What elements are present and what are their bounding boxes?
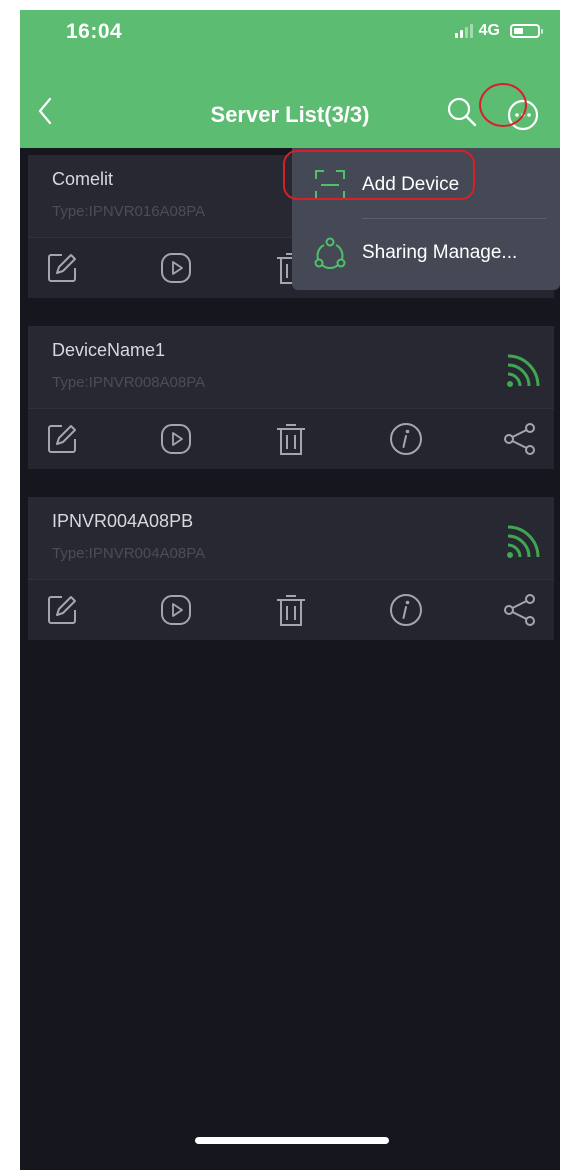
menu-item-label: Sharing Manage...: [362, 242, 518, 263]
device-actions: [28, 579, 554, 640]
online-signal-icon: [507, 525, 540, 558]
play-icon: [161, 424, 191, 454]
play-button[interactable]: [158, 421, 194, 457]
trash-icon: [277, 595, 305, 626]
edit-button[interactable]: [44, 250, 80, 286]
status-indicators: 4G: [454, 22, 543, 40]
online-signal-icon: [507, 354, 540, 387]
share-button[interactable]: [502, 421, 538, 457]
device-actions: [28, 408, 554, 469]
top-bar: 16:04 4G Server List(3/3): [20, 10, 560, 148]
edit-button[interactable]: [44, 421, 80, 457]
info-icon: [390, 423, 422, 455]
play-icon: [161, 253, 191, 283]
trash-icon: [277, 424, 305, 455]
play-icon: [161, 595, 191, 625]
network-label: 4G: [478, 22, 500, 39]
home-indicator: [195, 1137, 389, 1144]
info-button[interactable]: [388, 421, 424, 457]
edit-icon: [48, 596, 76, 624]
device-type: Type:IPNVR016A08PA: [52, 203, 206, 220]
share-button[interactable]: [502, 592, 538, 628]
status-time: 16:04: [66, 20, 123, 43]
edit-button[interactable]: [44, 592, 80, 628]
delete-button[interactable]: [273, 592, 309, 628]
device-card: IPNVR004A08PB Type:IPNVR004A08PA: [28, 497, 554, 640]
share-icon: [504, 594, 535, 626]
device-card: DeviceName1 Type:IPNVR008A08PA: [28, 326, 554, 469]
info-icon: [390, 594, 422, 626]
play-button[interactable]: [158, 250, 194, 286]
device-name: DeviceName1: [52, 340, 166, 360]
play-button[interactable]: [158, 592, 194, 628]
highlight-ring: [283, 150, 475, 200]
device-type: Type:IPNVR004A08PA: [52, 545, 206, 562]
share-icon: [504, 423, 535, 455]
menu-divider: [362, 218, 546, 219]
search-icon: [447, 97, 477, 127]
search-button[interactable]: [444, 94, 480, 130]
device-name: IPNVR004A08PB: [52, 511, 194, 531]
device-info[interactable]: DeviceName1 Type:IPNVR008A08PA: [28, 326, 554, 408]
share-group-icon: [312, 235, 348, 271]
highlight-ring: [479, 83, 527, 127]
device-name: Comelit: [52, 169, 114, 189]
device-info[interactable]: IPNVR004A08PB Type:IPNVR004A08PA: [28, 497, 554, 579]
edit-icon: [48, 425, 76, 453]
edit-icon: [48, 254, 76, 282]
battery-icon: [510, 24, 543, 38]
info-button[interactable]: [388, 592, 424, 628]
menu-item-sharing-manage[interactable]: Sharing Manage...: [292, 220, 560, 286]
signal-icon: [454, 24, 473, 38]
delete-button[interactable]: [273, 421, 309, 457]
device-type: Type:IPNVR008A08PA: [52, 374, 206, 391]
